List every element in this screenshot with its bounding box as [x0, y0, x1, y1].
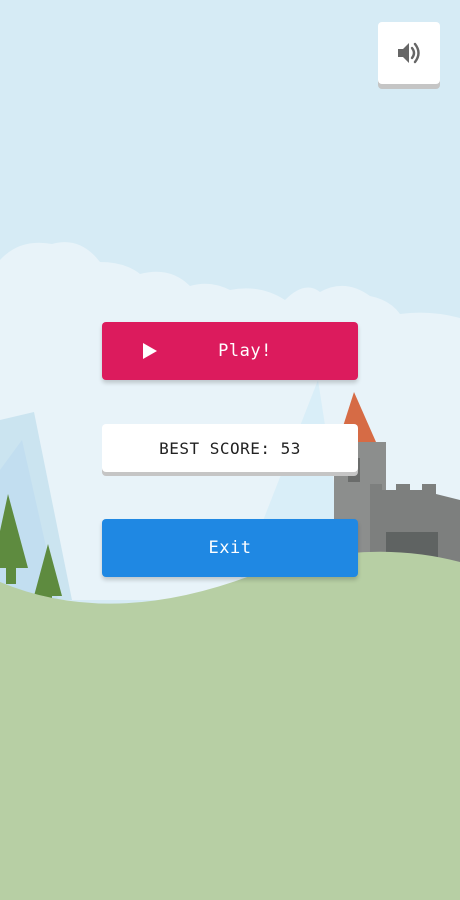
exit-button[interactable]: Exit: [102, 519, 358, 577]
best-score-label: BEST SCORE: 53: [159, 438, 301, 458]
sound-toggle-button[interactable]: [378, 22, 440, 84]
play-button-label: Play!: [218, 341, 272, 361]
speaker-volume-icon: [398, 42, 420, 64]
play-button[interactable]: Play!: [102, 322, 358, 380]
exit-button-label: Exit: [208, 538, 252, 558]
play-triangle-icon: [143, 343, 157, 359]
hill: [0, 551, 460, 900]
best-score-panel: BEST SCORE: 53: [102, 424, 358, 472]
